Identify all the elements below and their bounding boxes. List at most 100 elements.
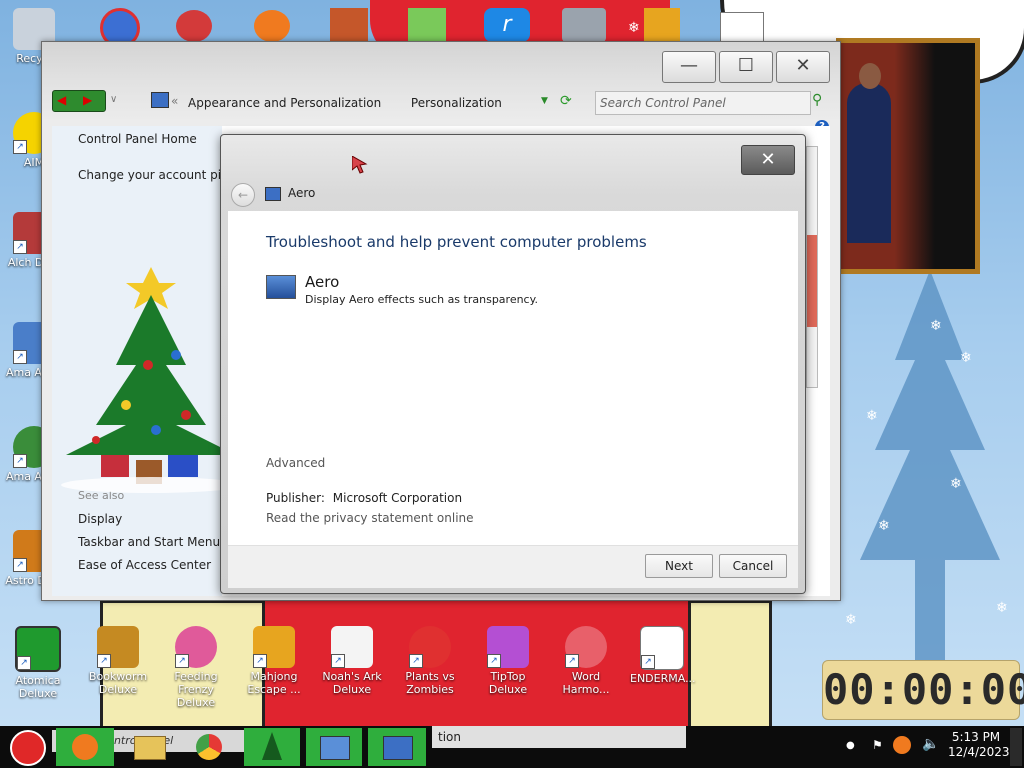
back-arrow-icon[interactable]: ◀ [57,93,66,107]
snowflake: ❄ [950,476,962,492]
advanced-link[interactable]: Advanced [266,456,325,470]
taskbar-window-label[interactable]: tion [432,726,686,748]
shortcut-arrow-icon: ↗ [409,654,423,668]
breadcrumb-personalization[interactable]: Personalization [411,96,502,110]
desktop-icon-top[interactable] [176,10,212,42]
desktop-icon-top[interactable] [408,8,446,42]
forward-arrow-icon[interactable]: ▶ [83,93,92,107]
desktop-icon-label: TipTop Deluxe [488,670,528,696]
wallpaper-yellow-right [688,600,772,732]
address-dropdown-icon[interactable]: ▼ [541,96,548,106]
snowflake: ❄ [628,20,640,36]
maximize-button[interactable]: ☐ [719,51,773,83]
refresh-icon[interactable]: ⟳ [560,93,572,109]
desktop-icon-word-harmony[interactable]: ↗ Word Harmo... [554,626,618,696]
breadcrumb-separator-icon: « [171,94,179,108]
snowflake: ❄ [878,518,890,534]
vertical-scrollbar[interactable] [806,146,818,388]
desktop-icon-tiptop[interactable]: ↗ TipTop Deluxe [476,626,540,696]
volume-icon[interactable]: 🔈 [922,736,939,752]
taskbar-troubleshooter[interactable] [368,728,426,766]
dialog-heading: Troubleshoot and help prevent computer p… [266,233,647,251]
desktop-icon-atomica[interactable]: ↗ Atomica Deluxe [6,626,70,700]
cancel-button[interactable]: Cancel [719,554,787,578]
monitor-icon [266,275,296,299]
dialog-footer: Next Cancel [228,545,798,588]
next-button[interactable]: Next [645,554,713,578]
desktop-icon-noahs-ark[interactable]: ↗ Noah's Ark Deluxe [320,626,384,696]
troubleshooter-item[interactable]: Aero Display Aero effects such as transp… [266,273,566,309]
item-name: Aero [305,273,340,291]
control-panel-home-link[interactable]: Control Panel Home [78,132,197,146]
taskbar-firefox[interactable] [56,728,114,766]
dialog-close-button[interactable]: ✕ [741,145,795,175]
desktop-icon-plants-vs-zombies[interactable]: ↗ Plants vs Zombies [398,626,462,696]
troubleshooter-icon [383,736,413,760]
shortcut-arrow-icon: ↗ [97,654,111,668]
minimize-button[interactable]: — [662,51,716,83]
close-button[interactable]: ✕ [776,51,830,83]
clock-date: 12/4/2023 [948,745,1010,759]
nav-buttons[interactable]: ◀ ▶ [52,90,106,112]
taskbar-control-panel[interactable] [306,728,362,766]
firefox-tray-icon[interactable] [893,736,911,754]
desktop-icon-top[interactable] [330,8,368,42]
desktop-icon-top[interactable] [254,10,290,42]
flag-icon[interactable]: ⚑ [872,738,883,752]
shortcut-arrow-icon: ↗ [175,654,189,668]
dove-icon: ↗ [331,626,373,668]
shortcut-arrow-icon: ↗ [641,655,655,669]
snowflake: ❄ [930,318,942,334]
taskbar-chrome[interactable] [184,728,238,766]
taskbar-explorer[interactable] [120,728,178,766]
feeding-frenzy-icon: ↗ [175,626,217,668]
publisher-line: Publisher: Microsoft Corporation [266,491,462,505]
tray-dot-icon: ● [846,740,855,751]
start-button[interactable] [6,728,46,766]
recent-pages-chevron-icon[interactable]: ∨ [110,94,117,105]
mouse-cursor-icon [352,156,368,174]
display-link[interactable]: Display [78,512,122,526]
desktop-icon-feeding-frenzy[interactable]: ↗ Feeding Frenzy Deluxe [164,626,228,709]
shortcut-arrow-icon: ↗ [13,350,27,364]
publisher-value: Microsoft Corporation [332,491,463,505]
control-panel-icon [151,92,169,108]
desktop-icon-bookworm[interactable]: ↗ Bookworm Deluxe [86,626,150,696]
snowflake: ❄ [845,612,857,628]
word-harmony-icon: ↗ [565,626,607,668]
atomica-icon: ↗ [15,626,61,672]
change-account-picture-link[interactable]: Change your account pictu [78,168,240,182]
shortcut-arrow-icon: ↗ [13,558,27,572]
plants-vs-zombies-icon: ↗ [409,626,451,668]
ease-of-access-link[interactable]: Ease of Access Center [78,558,211,572]
stopwatch-gadget[interactable]: 00:00:00 [822,660,1024,720]
chrome-icon [196,734,222,760]
desktop-icon-top[interactable] [720,12,764,42]
desktop-icon-top[interactable]: r [484,8,530,42]
system-clock[interactable]: 5:13 PM 12/4/2023 [948,730,1010,760]
shortcut-arrow-icon: ↗ [13,240,27,254]
shortcut-arrow-icon: ↗ [487,654,501,668]
desktop-icon-mahjong-escape[interactable]: ↗ Mahjong Escape ... [242,626,306,696]
taskbar-christmas-tree[interactable] [244,728,300,766]
desktop-icon-top[interactable] [562,8,606,42]
search-input[interactable]: Search Control Panel [595,91,811,115]
dialog-back-arrow-icon[interactable]: ← [231,183,255,207]
scrollbar-thumb[interactable] [807,235,817,327]
shortcut-arrow-icon: ↗ [13,140,27,154]
search-icon[interactable]: ⚲ [812,92,822,108]
snowflake: ❄ [960,350,972,366]
snowflake: ❄ [866,408,878,424]
desktop-icon-top[interactable] [644,8,680,42]
privacy-statement-link[interactable]: Read the privacy statement online [266,511,474,525]
item-description: Display Aero effects such as transparenc… [305,293,539,306]
shortcut-arrow-icon: ↗ [17,656,31,670]
breadcrumb-appearance[interactable]: Appearance and Personalization [188,96,381,110]
taskbar-start-menu-link[interactable]: Taskbar and Start Menu [78,535,220,549]
clock-time: 5:13 PM [951,730,1001,744]
bookworm-icon: ↗ [97,626,139,668]
framed-portrait [836,38,980,274]
show-desktop-button[interactable] [1010,728,1022,766]
desktop-icon-enderman[interactable]: ↗ ENDERMA... [630,626,696,685]
desktop-icon-label: ENDERMA... [630,672,696,685]
